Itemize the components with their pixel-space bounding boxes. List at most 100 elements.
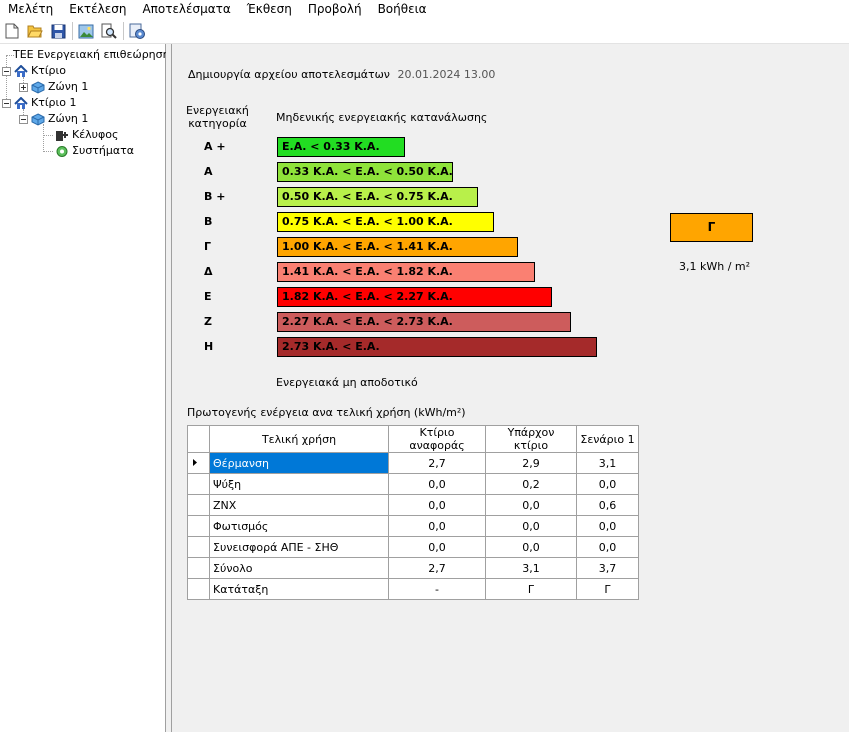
result-energy-value: 3,1 kWh / m² <box>679 260 751 273</box>
tree-envelope[interactable]: Κέλυφος <box>55 127 118 143</box>
cell-end-use[interactable]: Θέρμανση <box>209 452 389 474</box>
image-icon[interactable] <box>77 22 95 40</box>
table-row[interactable]: Σύνολο 2,7 3,1 3,7 <box>187 557 639 579</box>
row-header-corner <box>187 425 210 453</box>
table-row[interactable]: Φωτισμός 0,0 0,0 0,0 <box>187 515 639 537</box>
cell-end-use[interactable]: Συνεισφορά ΑΠΕ - ΣΗΘ <box>209 536 389 558</box>
rating-class-label: Β <box>204 215 213 228</box>
cell-value[interactable]: 0,0 <box>388 536 486 558</box>
rating-class-bar: 0.33 Κ.Α. < Ε.Α. < 0.50 Κ.Α. <box>277 162 453 182</box>
rating-class-label: Η <box>204 340 214 353</box>
rating-class-bar: 1.00 Κ.Α. < Ε.Α. < 1.41 Κ.Α. <box>277 237 518 257</box>
rating-class-bar: 0.50 Κ.Α. < Ε.Α. < 0.75 Κ.Α. <box>277 187 478 207</box>
cell-value[interactable]: 0,6 <box>576 494 639 516</box>
menu-provoli[interactable]: Προβολή <box>300 0 370 19</box>
cell-value[interactable]: Γ <box>485 578 577 600</box>
cell-value[interactable]: 0,0 <box>485 494 577 516</box>
toolbar-separator <box>123 22 124 40</box>
house-icon <box>14 64 28 78</box>
rating-class-bar: 0.75 Κ.Α. < Ε.Α. < 1.00 Κ.Α. <box>277 212 494 232</box>
column-header-existing[interactable]: Υπάρχον κτίριο <box>485 425 577 453</box>
tree-zone-a[interactable]: Ζώνη 1 <box>19 79 88 95</box>
cell-value[interactable]: 3,1 <box>485 557 577 579</box>
row-header[interactable] <box>187 578 210 600</box>
table-row[interactable]: ΖΝΧ 0,0 0,0 0,6 <box>187 494 639 516</box>
house-icon <box>14 96 28 110</box>
cell-value[interactable]: - <box>388 578 486 600</box>
menu-voitheia[interactable]: Βοήθεια <box>370 0 435 19</box>
row-header[interactable] <box>187 473 210 495</box>
cell-value[interactable]: 2,7 <box>388 452 486 474</box>
zone-cube-icon <box>31 80 45 94</box>
table-row[interactable]: Ψύξη 0,0 0,2 0,0 <box>187 473 639 495</box>
tree-zone-b-label: Ζώνη 1 <box>48 112 89 125</box>
row-header[interactable] <box>187 557 210 579</box>
open-folder-icon[interactable] <box>26 22 44 40</box>
row-header[interactable] <box>187 515 210 537</box>
collapse-icon[interactable] <box>2 66 11 76</box>
row-header[interactable] <box>187 452 210 474</box>
save-icon[interactable] <box>49 22 67 40</box>
primary-energy-table: Τελική χρήση Κτίριο αναφοράς Υπάρχον κτί… <box>187 425 639 600</box>
rating-class-label: Β + <box>204 190 226 203</box>
cell-end-use[interactable]: Ψύξη <box>209 473 389 495</box>
tree-root[interactable]: ΤΕΕ Ενεργειακή επιθεώρηση <box>13 47 170 63</box>
results-panel: Δημιουργία αρχείου αποτελεσμάτων 20.01.2… <box>171 44 849 732</box>
rating-class-label: Ε <box>204 290 212 303</box>
tree-zone-b[interactable]: Ζώνη 1 <box>19 111 88 127</box>
cell-value[interactable]: 2,7 <box>388 557 486 579</box>
menu-ektelesi[interactable]: Εκτέλεση <box>61 0 134 19</box>
cell-end-use[interactable]: Σύνολο <box>209 557 389 579</box>
cell-value[interactable]: 0,2 <box>485 473 577 495</box>
cell-value[interactable]: 0,0 <box>576 536 639 558</box>
menu-ekthesi[interactable]: Έκθεση <box>239 0 300 19</box>
rating-class-label: Γ <box>204 240 212 253</box>
row-header[interactable] <box>187 536 210 558</box>
rating-class-label: Α + <box>204 140 226 153</box>
table-row[interactable]: Συνεισφορά ΑΠΕ - ΣΗΘ 0,0 0,0 0,0 <box>187 536 639 558</box>
cell-value[interactable]: 0,0 <box>485 536 577 558</box>
menu-meleti[interactable]: Μελέτη <box>0 0 61 19</box>
column-header-reference[interactable]: Κτίριο αναφοράς <box>388 425 486 453</box>
table-row[interactable]: Κατάταξη - Γ Γ <box>187 578 639 600</box>
rating-class-label: Ζ <box>204 315 212 328</box>
rating-class-bar: Ε.Α. < 0.33 Κ.Α. <box>277 137 405 157</box>
menu-apotelesmata[interactable]: Αποτελέσματα <box>134 0 238 19</box>
settings-report-icon[interactable] <box>128 22 146 40</box>
cell-value[interactable]: 2,9 <box>485 452 577 474</box>
cell-value[interactable]: 0,0 <box>388 473 486 495</box>
cell-end-use[interactable]: ΖΝΧ <box>209 494 389 516</box>
results-timestamp: 20.01.2024 13.00 <box>397 68 496 81</box>
project-tree: ΤΕΕ Ενεργειακή επιθεώρηση Κτίριο Ζώνη 1 … <box>0 44 170 732</box>
row-header[interactable] <box>187 494 210 516</box>
collapse-icon[interactable] <box>19 114 28 124</box>
cell-end-use[interactable]: Φωτισμός <box>209 515 389 537</box>
cell-value[interactable]: 0,0 <box>485 515 577 537</box>
tree-zone-a-label: Ζώνη 1 <box>48 80 89 93</box>
table-row[interactable]: Θέρμανση 2,7 2,9 3,1 <box>187 452 639 474</box>
current-row-arrow-icon <box>193 458 197 466</box>
rating-class-bar: 2.27 Κ.Α. < Ε.Α. < 2.73 Κ.Α. <box>277 312 571 332</box>
table-header-row: Τελική χρήση Κτίριο αναφοράς Υπάρχον κτί… <box>187 425 639 453</box>
cell-value[interactable]: 0,0 <box>576 515 639 537</box>
cell-value[interactable]: 0,0 <box>388 515 486 537</box>
column-header-end-use[interactable]: Τελική χρήση <box>209 425 389 453</box>
menu-bar: Μελέτη Εκτέλεση Αποτελέσματα Έκθεση Προβ… <box>0 0 849 19</box>
collapse-icon[interactable] <box>2 98 11 108</box>
print-preview-icon[interactable] <box>100 22 118 40</box>
tree-envelope-label: Κέλυφος <box>72 128 119 141</box>
cell-value[interactable]: 0,0 <box>576 473 639 495</box>
tree-building-a[interactable]: Κτίριο <box>2 63 66 79</box>
expand-icon[interactable] <box>19 82 28 92</box>
new-file-icon[interactable] <box>3 22 21 40</box>
results-header: Δημιουργία αρχείου αποτελεσμάτων 20.01.2… <box>188 68 495 81</box>
column-header-scenario[interactable]: Σενάριο 1 <box>576 425 639 453</box>
tree-building-b[interactable]: Κτίριο 1 <box>2 95 77 111</box>
tree-systems[interactable]: Συστήματα <box>55 143 134 159</box>
cell-value[interactable]: 3,1 <box>576 452 639 474</box>
cell-end-use[interactable]: Κατάταξη <box>209 578 389 600</box>
cell-value[interactable]: 0,0 <box>388 494 486 516</box>
table-title: Πρωτογενής ενέργεια ανα τελική χρήση (kW… <box>187 406 466 419</box>
cell-value[interactable]: Γ <box>576 578 639 600</box>
cell-value[interactable]: 3,7 <box>576 557 639 579</box>
